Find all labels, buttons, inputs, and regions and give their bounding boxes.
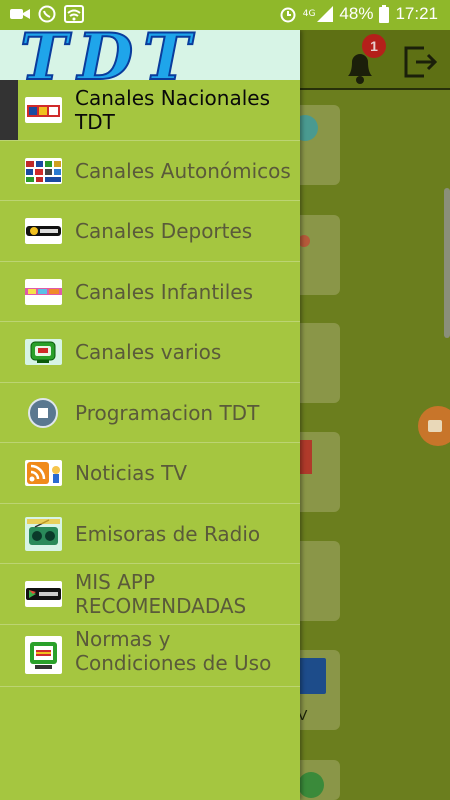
nav-item-canales-varios[interactable]: Canales varios: [0, 322, 300, 383]
video-camera-icon: [10, 9, 30, 19]
nav-item-normas-condiciones[interactable]: Normas y Condiciones de Uso: [0, 625, 300, 687]
google-play-icon: [25, 581, 62, 607]
wifi-icon: [64, 5, 84, 23]
nav-item-canales-autonomicos[interactable]: Canales Autonómicos: [0, 141, 300, 201]
nav-item-label: Canales Nacionales TDT: [75, 86, 271, 134]
battery-icon: [379, 5, 390, 23]
exit-icon[interactable]: [402, 44, 438, 80]
nav-item-label: Canales Deportes: [75, 219, 253, 243]
rss-icon: [25, 460, 62, 486]
video-fab-button[interactable]: [418, 406, 450, 446]
nav-item-mis-app-recomendadas[interactable]: MIS APP RECOMENDADAS: [0, 564, 300, 625]
clock: 17:21: [395, 4, 438, 23]
network-type: 4G: [302, 8, 316, 19]
battery-percent: 48%: [339, 4, 374, 23]
nav-item-emisoras-radio[interactable]: Emisoras de Radio: [0, 504, 300, 564]
active-indicator: [0, 80, 18, 140]
nav-item-canales-infantiles[interactable]: Canales Infantiles: [0, 262, 300, 322]
drawer-header: TDT: [0, 30, 300, 80]
whatsapp-icon: [38, 5, 56, 23]
nav-item-label: MIS APP RECOMENDADAS: [75, 570, 247, 618]
nav-item-noticias-tv[interactable]: Noticias TV: [0, 443, 300, 504]
nav-item-label: Canales Infantiles: [75, 279, 254, 304]
app-logo: TDT: [19, 30, 201, 80]
nav-list: Canales Nacionales TDT Canales Autonómic…: [0, 80, 300, 687]
navigation-drawer: TDT Canales Nacionales TDT Canales Auton…: [0, 30, 300, 800]
kids-icon: [25, 278, 62, 305]
nav-item-canales-deportes[interactable]: Canales Deportes: [0, 201, 300, 262]
scrollbar[interactable]: [444, 188, 450, 338]
regional-logos-icon: [25, 157, 62, 184]
nav-item-programacion-tdt[interactable]: Programacion TDT: [0, 383, 300, 443]
status-icons-right: 4G 48% 17:21: [279, 4, 438, 24]
notification-badge: 1: [362, 34, 386, 58]
nav-item-label: Canales varios: [75, 340, 222, 364]
nav-item-label: Noticias TV: [75, 461, 188, 485]
alarm-icon: [280, 7, 296, 23]
stop-circle-icon: [28, 397, 58, 428]
radio-icon: [25, 516, 62, 551]
nav-item-label: Emisoras de Radio: [75, 521, 261, 546]
nav-item-label: Programacion TDT: [75, 400, 260, 425]
nav-item-label: Canales Autonómicos: [75, 158, 291, 183]
tv-rules-icon: [25, 635, 62, 674]
signal-icon: [317, 6, 334, 22]
nav-item-canales-nacionales[interactable]: Canales Nacionales TDT: [0, 80, 300, 141]
tv-set-icon: [25, 339, 62, 365]
tv-channels-icon: [25, 97, 62, 123]
status-bar: 4G 48% 17:21: [0, 0, 450, 30]
status-icons-left: [10, 5, 84, 23]
nav-item-label: Normas y Condiciones de Uso: [75, 626, 272, 675]
sports-icon: [25, 218, 62, 244]
